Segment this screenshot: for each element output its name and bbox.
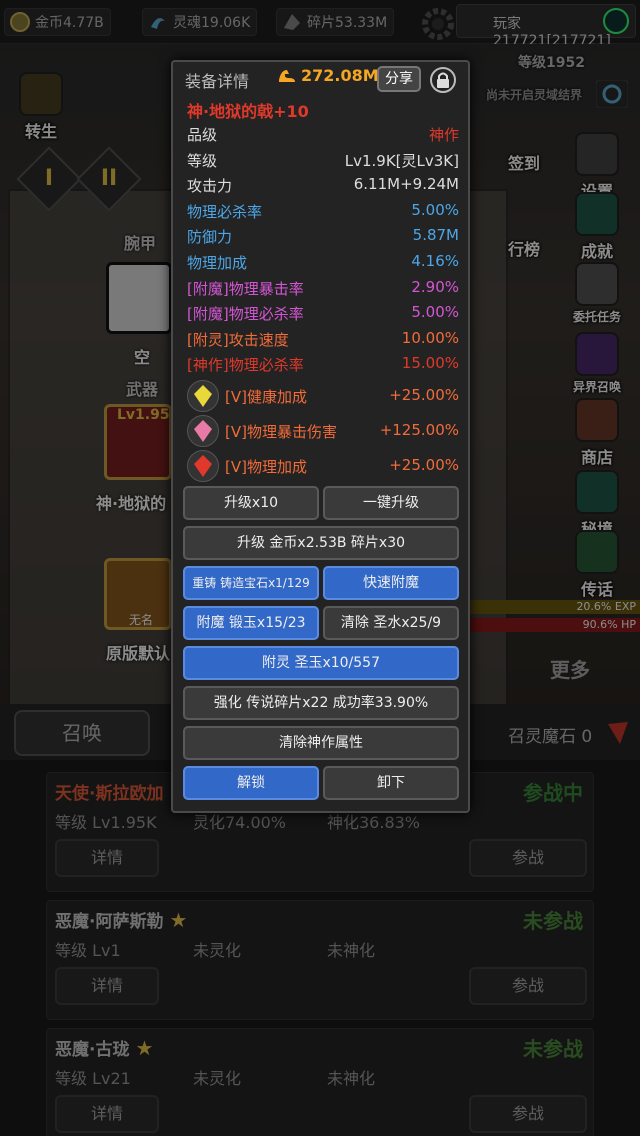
spirit-attach-button[interactable]: 附灵 圣玉x10/557 <box>183 646 459 680</box>
stat-label: [附魔]物理暴击率 <box>187 279 304 298</box>
gem-label: [V]物理加成 <box>225 458 307 476</box>
red-gem-icon <box>187 450 219 482</box>
dialog-title: 装备详情 <box>185 72 250 91</box>
stat-row: [附灵]攻击速度 10.00% <box>187 329 459 353</box>
stat-label: 品级 <box>187 126 218 144</box>
upgrade-cost-button[interactable]: 升级 金币x2.53B 碎片x30 <box>183 526 459 560</box>
stat-label: 物理必杀率 <box>187 202 263 221</box>
gem-label: [V]物理暴击伤害 <box>225 423 337 441</box>
combat-power: 272.08M <box>277 66 379 85</box>
stat-label: 等级 <box>187 151 218 170</box>
gem-value: +25.00% <box>389 386 459 404</box>
pink-gem-icon <box>187 415 219 447</box>
strengthen-button[interactable]: 强化 传说碎片x22 成功率33.90% <box>183 686 459 720</box>
stat-row: [神作]物理必杀率 15.00% <box>187 354 459 378</box>
gem-label: [V]健康加成 <box>225 388 307 406</box>
stat-value: 10.00% <box>401 328 459 347</box>
upgrade-x10-button[interactable]: 升级x10 <box>183 486 319 520</box>
gem-row: [V]物理暴击伤害 +125.00% <box>187 415 459 447</box>
stat-row: [附魔]物理暴击率 2.90% <box>187 278 459 302</box>
stat-label: 物理加成 <box>187 254 248 272</box>
stat-value: Lv1.9K[灵Lv3K] <box>344 151 459 170</box>
stat-value: 2.90% <box>411 277 459 296</box>
clear-holy-water-button[interactable]: 清除 圣水x25/9 <box>323 606 459 640</box>
reforge-button[interactable]: 重铸 铸造宝石x1/129 <box>183 566 319 600</box>
stat-row: [附魔]物理必杀率 5.00% <box>187 303 459 327</box>
stat-row: 品级 神作 <box>187 124 459 148</box>
enchant-button[interactable]: 附魔 锻玉x15/23 <box>183 606 319 640</box>
unequip-button[interactable]: 卸下 <box>323 766 459 800</box>
stat-row: 防御力 5.87M <box>187 226 459 250</box>
one-click-upgrade-button[interactable]: 一键升级 <box>323 486 459 520</box>
stat-label: [附魔]物理必杀率 <box>187 305 304 324</box>
stat-value: 5.00% <box>411 200 459 219</box>
stat-value: 4.16% <box>411 252 459 270</box>
stat-label: 防御力 <box>187 228 233 247</box>
unlock-button[interactable]: 解锁 <box>183 766 319 800</box>
yellow-gem-icon <box>187 380 219 412</box>
stat-label: [附灵]攻击速度 <box>187 330 289 349</box>
stat-label: [神作]物理必杀率 <box>187 356 304 375</box>
gem-value: +25.00% <box>389 456 459 474</box>
stat-value: 5.00% <box>411 303 459 322</box>
gem-row: [V]健康加成 +25.00% <box>187 380 459 412</box>
stat-row: 物理加成 4.16% <box>187 252 459 276</box>
clear-divine-button[interactable]: 清除神作属性 <box>183 726 459 760</box>
gem-row: [V]物理加成 +25.00% <box>187 450 459 482</box>
stat-label: 攻击力 <box>187 177 233 196</box>
stat-value: 6.11M+9.24M <box>353 175 459 194</box>
gem-value: +125.00% <box>379 421 459 439</box>
stat-value: 15.00% <box>401 354 459 373</box>
quick-enchant-button[interactable]: 快速附魔 <box>323 566 459 600</box>
lock-icon[interactable] <box>429 66 457 94</box>
equipment-detail-dialog: 装备详情 272.08M 分享 神·地狱的戟+10 品级 神作等级 Lv1.9K[灵… <box>171 60 470 813</box>
stat-row: 攻击力 6.11M+9.24M <box>187 175 459 199</box>
share-button[interactable]: 分享 <box>377 66 421 92</box>
muscle-arm-icon <box>279 70 295 82</box>
stat-row: 物理必杀率 5.00% <box>187 201 459 225</box>
stat-value: 神作 <box>428 126 459 144</box>
stat-row: 等级 Lv1.9K[灵Lv3K] <box>187 150 459 174</box>
item-name: 神·地狱的戟+10 <box>187 102 309 121</box>
stat-value: 5.87M <box>412 226 459 245</box>
